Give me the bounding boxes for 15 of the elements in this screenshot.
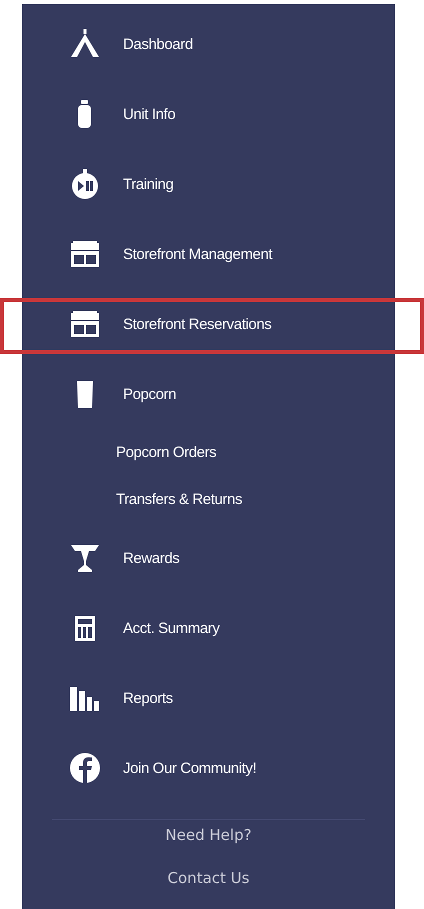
footer-link[interactable]: Need Help? xyxy=(165,826,252,844)
menu-item[interactable]: Join Our Community! xyxy=(123,760,256,776)
menu-item[interactable]: Acct. Summary xyxy=(123,620,220,636)
footer-link[interactable]: Contact Us xyxy=(168,869,250,887)
menu-item[interactable]: Popcorn xyxy=(123,386,176,402)
menu-item[interactable]: Training xyxy=(123,176,174,192)
menu-item[interactable]: Rewards xyxy=(123,550,180,566)
menu-item[interactable]: Dashboard xyxy=(123,36,193,52)
social-icon xyxy=(68,751,102,785)
submenu-item[interactable]: Popcorn Orders xyxy=(116,444,216,461)
menu-item[interactable]: Unit Info xyxy=(123,106,176,122)
submenu-item[interactable]: Transfers & Returns xyxy=(116,491,242,508)
menu-item[interactable]: Storefront Management xyxy=(123,246,272,262)
menu-item[interactable]: Reports xyxy=(123,690,173,706)
menu-item[interactable]: Storefront Reservations xyxy=(123,316,272,332)
